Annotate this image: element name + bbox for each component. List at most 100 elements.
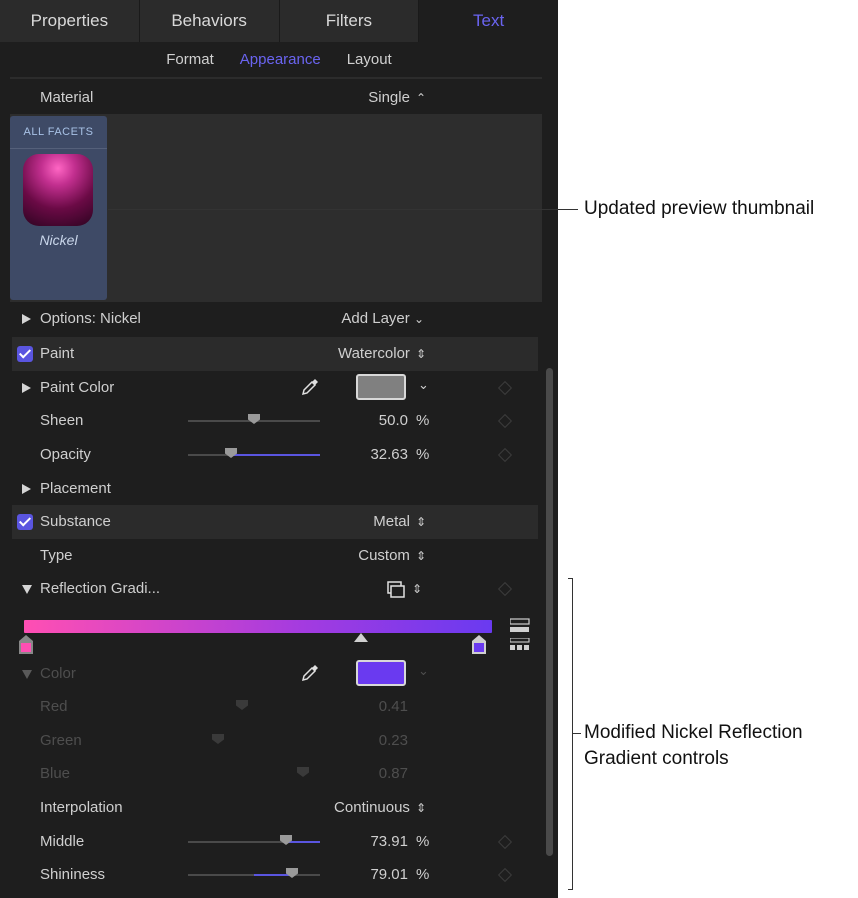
reflection-gradient-bar[interactable] xyxy=(24,620,492,633)
opacity-value[interactable]: 32.63 xyxy=(370,438,408,472)
tab-behaviors[interactable]: Behaviors xyxy=(140,0,280,42)
callout-gradient: Modified Nickel Reflection Gradient cont… xyxy=(584,722,803,769)
disclosure-right-icon[interactable] xyxy=(22,383,31,393)
tab-text[interactable]: Text xyxy=(419,0,558,42)
gradient-color-tag-start[interactable] xyxy=(18,635,34,655)
red-label: Red xyxy=(40,698,68,715)
opacity-label: Opacity xyxy=(40,446,91,463)
updown-icon[interactable]: ⇕ xyxy=(412,572,422,606)
gradient-list-icon[interactable] xyxy=(510,618,530,634)
substance-row: Substance Metal ⇕ xyxy=(12,505,538,539)
keyframe-icon[interactable] xyxy=(497,380,513,396)
updown-icon: ⇕ xyxy=(415,801,426,815)
gradient-grid-icon[interactable] xyxy=(510,638,530,652)
keyframe-icon[interactable] xyxy=(497,413,513,429)
callout-bracket xyxy=(568,578,573,890)
paint-label: Paint xyxy=(40,345,75,362)
subtab-format[interactable]: Format xyxy=(166,51,214,68)
middle-row: Middle 73.91 % xyxy=(12,825,538,859)
blue-slider[interactable] xyxy=(188,767,320,777)
paint-checkbox[interactable] xyxy=(17,346,33,362)
green-value[interactable]: 0.23 xyxy=(379,724,408,758)
keyframe-icon[interactable] xyxy=(497,867,513,883)
gradient-color-tag-end[interactable] xyxy=(471,635,487,655)
middle-unit: % xyxy=(416,833,430,850)
keyframe-icon[interactable] xyxy=(497,834,513,850)
opacity-unit: % xyxy=(416,446,430,463)
slider-knob[interactable] xyxy=(248,414,260,424)
slider-knob[interactable] xyxy=(280,835,292,845)
slider-knob[interactable] xyxy=(286,868,298,878)
shininess-value[interactable]: 79.01 xyxy=(370,858,408,892)
material-row: Material Single ⌃ xyxy=(12,81,538,115)
slider-knob[interactable] xyxy=(297,767,309,777)
slider-knob[interactable] xyxy=(212,734,224,744)
eyedropper-icon[interactable] xyxy=(300,663,320,683)
sheen-row: Sheen 50.0 % xyxy=(12,404,538,438)
color-label: Color xyxy=(40,665,76,682)
paint-color-swatch[interactable] xyxy=(356,374,406,400)
facet-header: ALL FACETS xyxy=(10,116,107,149)
opacity-slider[interactable] xyxy=(188,448,320,458)
substance-value: Metal xyxy=(373,513,410,530)
subtab-layout[interactable]: Layout xyxy=(347,51,392,68)
sheen-value[interactable]: 50.0 xyxy=(379,404,408,438)
scrollbar-thumb[interactable] xyxy=(546,368,553,856)
paint-value: Watercolor xyxy=(337,345,410,362)
disclosure-right-icon[interactable] xyxy=(22,314,31,324)
keyframe-icon[interactable] xyxy=(497,447,513,463)
tab-properties[interactable]: Properties xyxy=(0,0,140,42)
updown-icon: ⇕ xyxy=(415,347,426,361)
disclosure-right-icon[interactable] xyxy=(22,484,31,494)
substance-label: Substance xyxy=(40,513,111,530)
reflection-gradient-label: Reflection Gradi... xyxy=(40,580,161,597)
gradient-color-swatch[interactable] xyxy=(356,660,406,686)
gradient-midpoint-marker[interactable] xyxy=(353,633,369,643)
type-label: Type xyxy=(40,547,73,564)
sheen-slider[interactable] xyxy=(188,414,320,424)
material-label: Material xyxy=(40,89,94,106)
color-row: Color ⌄ xyxy=(12,657,538,691)
tab-filters[interactable]: Filters xyxy=(280,0,420,42)
paint-color-label: Paint Color xyxy=(40,379,115,396)
middle-slider[interactable] xyxy=(188,835,320,845)
eyedropper-icon[interactable] xyxy=(300,377,320,397)
interpolation-label: Interpolation xyxy=(40,799,123,816)
paint-row: Paint Watercolor ⇕ xyxy=(12,337,538,371)
substance-popup[interactable]: Metal ⇕ xyxy=(373,505,426,539)
red-slider[interactable] xyxy=(188,700,320,710)
placement-label: Placement xyxy=(40,480,111,497)
chevron-down-icon[interactable]: ⌄ xyxy=(418,377,429,393)
substance-checkbox[interactable] xyxy=(17,514,33,530)
green-slider[interactable] xyxy=(188,734,320,744)
type-popup[interactable]: Custom ⇕ xyxy=(358,539,426,573)
add-layer-popup[interactable]: Add Layer ⌄ xyxy=(341,302,424,336)
chevron-down-icon[interactable]: ⌄ xyxy=(418,663,429,679)
callout-line-thumbnail xyxy=(108,209,578,210)
paint-popup[interactable]: Watercolor ⇕ xyxy=(338,337,426,371)
disclosure-down-icon[interactable] xyxy=(22,670,32,679)
red-value[interactable]: 0.41 xyxy=(379,690,408,724)
facet-all-facets[interactable]: ALL FACETS Nickel xyxy=(10,116,107,300)
material-value: Single xyxy=(368,89,410,106)
gradient-preset-icon[interactable] xyxy=(386,580,406,600)
subtab-appearance[interactable]: Appearance xyxy=(240,51,321,68)
options-row: Options: Nickel Add Layer ⌄ xyxy=(12,302,538,336)
interpolation-value: Continuous xyxy=(334,799,410,816)
middle-value[interactable]: 73.91 xyxy=(370,825,408,859)
slider-knob[interactable] xyxy=(236,700,248,710)
add-layer-label: Add Layer xyxy=(341,310,410,327)
blue-value[interactable]: 0.87 xyxy=(379,757,408,791)
shininess-slider[interactable] xyxy=(188,868,320,878)
green-label: Green xyxy=(40,732,82,749)
keyframe-icon[interactable] xyxy=(497,581,513,597)
slider-fill xyxy=(231,454,320,456)
slider-knob[interactable] xyxy=(225,448,237,458)
slider-fill xyxy=(286,841,320,843)
reflection-gradient-row: Reflection Gradi... ⇕ xyxy=(12,572,538,606)
type-row: Type Custom ⇕ xyxy=(12,539,538,573)
disclosure-down-icon[interactable] xyxy=(22,585,32,594)
material-popup[interactable]: Single ⌃ xyxy=(368,81,426,115)
interpolation-popup[interactable]: Continuous ⇕ xyxy=(334,791,426,825)
type-value: Custom xyxy=(358,547,410,564)
